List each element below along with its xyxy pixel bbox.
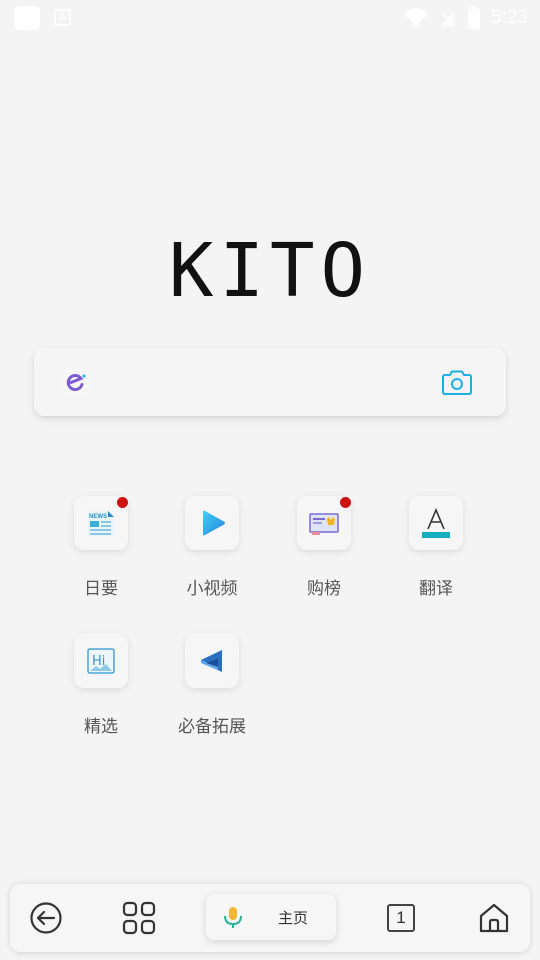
notification-badge — [117, 497, 128, 508]
home-label: 主页 — [278, 909, 309, 927]
news-icon-box[interactable]: NEWS — [74, 496, 128, 550]
grid-icon — [122, 901, 156, 935]
video-icon-box[interactable] — [185, 496, 239, 550]
shortcut-shopping-rank[interactable]: 购榜 — [269, 496, 379, 599]
menu-grid-button[interactable] — [121, 900, 157, 936]
news-icon: NEWS — [88, 511, 114, 536]
shopping-rank-icon — [309, 513, 339, 535]
featured-icon-box[interactable]: Hi — [74, 634, 128, 688]
shortcut-label: 小视频 — [186, 579, 238, 599]
shortcut-label: 翻译 — [419, 579, 453, 599]
svg-text:NEWS: NEWS — [89, 514, 107, 520]
shortcut-daily-news[interactable]: NEWS 日要 — [46, 496, 156, 599]
hi-icon: Hi — [87, 648, 115, 674]
camera-icon[interactable] — [440, 368, 474, 398]
shortcut-featured[interactable]: Hi 精选 — [46, 634, 156, 737]
extension-icon-box[interactable] — [185, 634, 239, 688]
battery-icon — [468, 6, 481, 29]
a-icon: A — [54, 9, 71, 26]
clock: 5:23 — [491, 7, 528, 28]
shortcut-label: 购榜 — [307, 579, 341, 599]
play-icon — [203, 510, 225, 536]
app-notification-icon — [14, 6, 40, 30]
status-icons: 5:23 — [403, 5, 528, 31]
translate-icon-box[interactable] — [409, 496, 463, 550]
back-button[interactable] — [28, 900, 64, 936]
extension-icon — [201, 650, 222, 672]
notification-badge — [340, 497, 351, 508]
microphone-icon — [224, 907, 242, 928]
search-engine-icon[interactable] — [62, 369, 90, 397]
home-voice-button[interactable]: 主页 — [206, 894, 336, 940]
kito-logo: KITO — [168, 228, 372, 314]
signal-icon — [441, 11, 456, 27]
shortcut-label: 精选 — [84, 717, 118, 737]
wifi-icon — [404, 8, 429, 27]
tab-count: 1 — [387, 904, 415, 932]
tabs-button[interactable]: 1 — [383, 900, 419, 936]
translate-icon — [422, 507, 450, 538]
status-bar: A 5:23 — [0, 0, 540, 36]
search-bar[interactable] — [34, 348, 506, 416]
back-arrow-icon — [30, 902, 62, 934]
search-input[interactable] — [104, 362, 444, 402]
shortcut-label: 日要 — [84, 579, 118, 599]
shortcut-translate[interactable]: 翻译 — [381, 496, 491, 599]
bottom-toolbar: 主页 1 — [10, 884, 530, 952]
shortcut-short-video[interactable]: 小视频 — [157, 496, 267, 599]
shopping-rank-icon-box[interactable] — [297, 496, 351, 550]
home-button[interactable] — [476, 900, 512, 936]
shortcut-essential-extensions[interactable]: 必备拓展 — [157, 634, 267, 737]
shortcut-label: 必备拓展 — [178, 717, 246, 737]
house-icon — [479, 903, 509, 933]
